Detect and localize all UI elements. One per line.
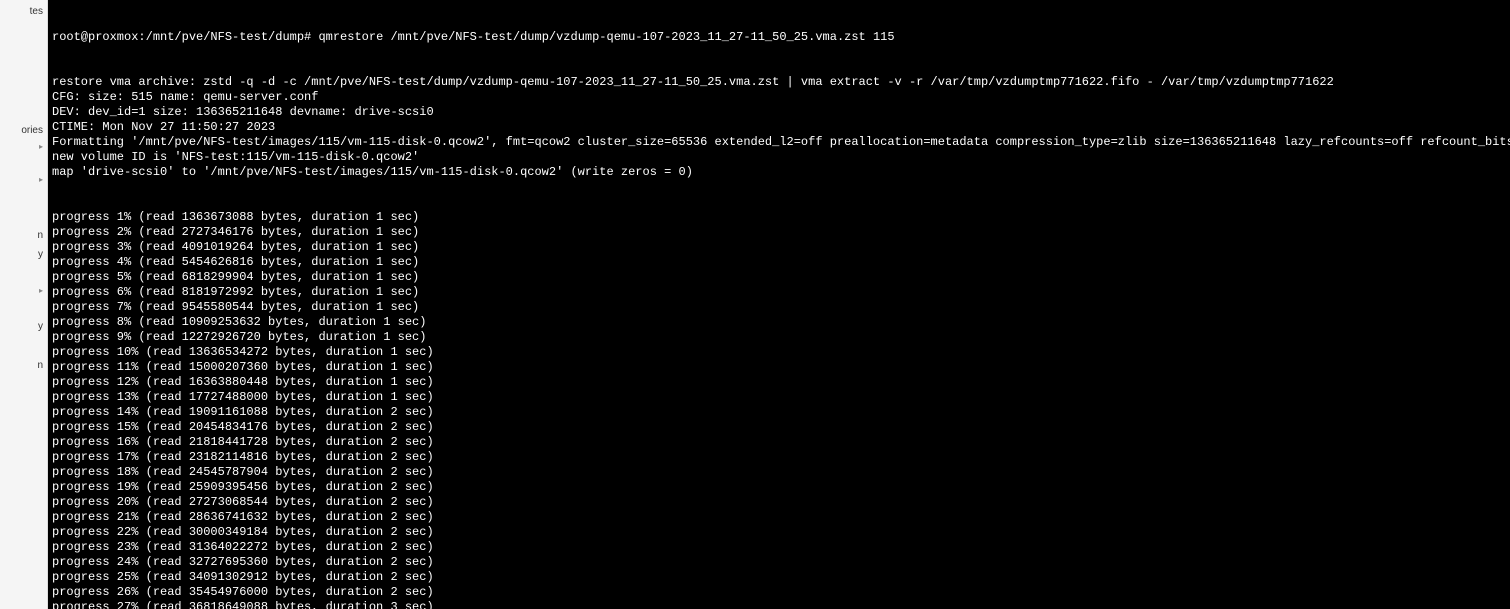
terminal-output-line: DEV: dev_id=1 size: 136365211648 devname… <box>52 105 1506 120</box>
terminal-progress-line: progress 23% (read 31364022272 bytes, du… <box>52 540 1506 555</box>
terminal-progress-line: progress 24% (read 32727695360 bytes, du… <box>52 555 1506 570</box>
terminal-output[interactable]: root@proxmox:/mnt/pve/NFS-test/dump# qmr… <box>48 0 1510 609</box>
terminal-output-line: new volume ID is 'NFS-test:115/vm-115-di… <box>52 150 1506 165</box>
terminal-progress-line: progress 2% (read 2727346176 bytes, dura… <box>52 225 1506 240</box>
terminal-progress-line: progress 17% (read 23182114816 bytes, du… <box>52 450 1506 465</box>
sidebar-item-0[interactable]: tes <box>2 2 45 21</box>
terminal-progress-line: progress 27% (read 36818649088 bytes, du… <box>52 600 1506 609</box>
terminal-progress-line: progress 10% (read 13636534272 bytes, du… <box>52 345 1506 360</box>
sidebar-arrow-1[interactable]: ▸ <box>2 173 45 186</box>
terminal-progress-line: progress 19% (read 25909395456 bytes, du… <box>52 480 1506 495</box>
terminal-output-line: Formatting '/mnt/pve/NFS-test/images/115… <box>52 135 1506 150</box>
sidebar-item-6[interactable]: ories <box>2 121 45 140</box>
terminal-progress-line: progress 15% (read 20454834176 bytes, du… <box>52 420 1506 435</box>
terminal-progress-line: progress 26% (read 35454976000 bytes, du… <box>52 585 1506 600</box>
terminal-progress-line: progress 4% (read 5454626816 bytes, dura… <box>52 255 1506 270</box>
terminal-progress-line: progress 5% (read 6818299904 bytes, dura… <box>52 270 1506 285</box>
terminal-progress-line: progress 11% (read 15000207360 bytes, du… <box>52 360 1506 375</box>
terminal-progress-line: progress 13% (read 17727488000 bytes, du… <box>52 390 1506 405</box>
terminal-output-line: CTIME: Mon Nov 27 11:50:27 2023 <box>52 120 1506 135</box>
terminal-progress-line: progress 21% (read 28636741632 bytes, du… <box>52 510 1506 525</box>
terminal-progress-line: progress 8% (read 10909253632 bytes, dur… <box>52 315 1506 330</box>
terminal-progress-line: progress 1% (read 1363673088 bytes, dura… <box>52 210 1506 225</box>
sidebar-arrow-2[interactable]: ▸ <box>2 284 45 297</box>
terminal-progress-line: progress 16% (read 21818441728 bytes, du… <box>52 435 1506 450</box>
terminal-progress-line: progress 3% (read 4091019264 bytes, dura… <box>52 240 1506 255</box>
sidebar-item-15[interactable]: y <box>2 317 45 336</box>
sidebar: tes ories ▸ ▸ n y ▸ y n <box>0 0 48 609</box>
terminal-progress-line: progress 25% (read 34091302912 bytes, du… <box>52 570 1506 585</box>
terminal-progress-line: progress 18% (read 24545787904 bytes, du… <box>52 465 1506 480</box>
terminal-progress-line: progress 20% (read 27273068544 bytes, du… <box>52 495 1506 510</box>
terminal-progress-line: progress 14% (read 19091161088 bytes, du… <box>52 405 1506 420</box>
terminal-progress-line: progress 9% (read 12272926720 bytes, dur… <box>52 330 1506 345</box>
sidebar-item-11[interactable]: y <box>2 245 45 264</box>
terminal-progress-line: progress 7% (read 9545580544 bytes, dura… <box>52 300 1506 315</box>
terminal-output-line: map 'drive-scsi0' to '/mnt/pve/NFS-test/… <box>52 165 1506 180</box>
terminal-progress-line: progress 6% (read 8181972992 bytes, dura… <box>52 285 1506 300</box>
terminal-progress-line: progress 12% (read 16363880448 bytes, du… <box>52 375 1506 390</box>
terminal-prompt: root@proxmox:/mnt/pve/NFS-test/dump# <box>52 30 318 44</box>
terminal-progress-line: progress 22% (read 30000349184 bytes, du… <box>52 525 1506 540</box>
sidebar-item-17[interactable]: n <box>2 356 45 375</box>
sidebar-item-10[interactable]: n <box>2 226 45 245</box>
terminal-command-line: root@proxmox:/mnt/pve/NFS-test/dump# qmr… <box>52 30 1506 45</box>
terminal-output-line: restore vma archive: zstd -q -d -c /mnt/… <box>52 75 1506 90</box>
terminal-output-line: CFG: size: 515 name: qemu-server.conf <box>52 90 1506 105</box>
terminal-command: qmrestore /mnt/pve/NFS-test/dump/vzdump-… <box>318 30 894 44</box>
sidebar-arrow-0[interactable]: ▸ <box>2 140 45 153</box>
